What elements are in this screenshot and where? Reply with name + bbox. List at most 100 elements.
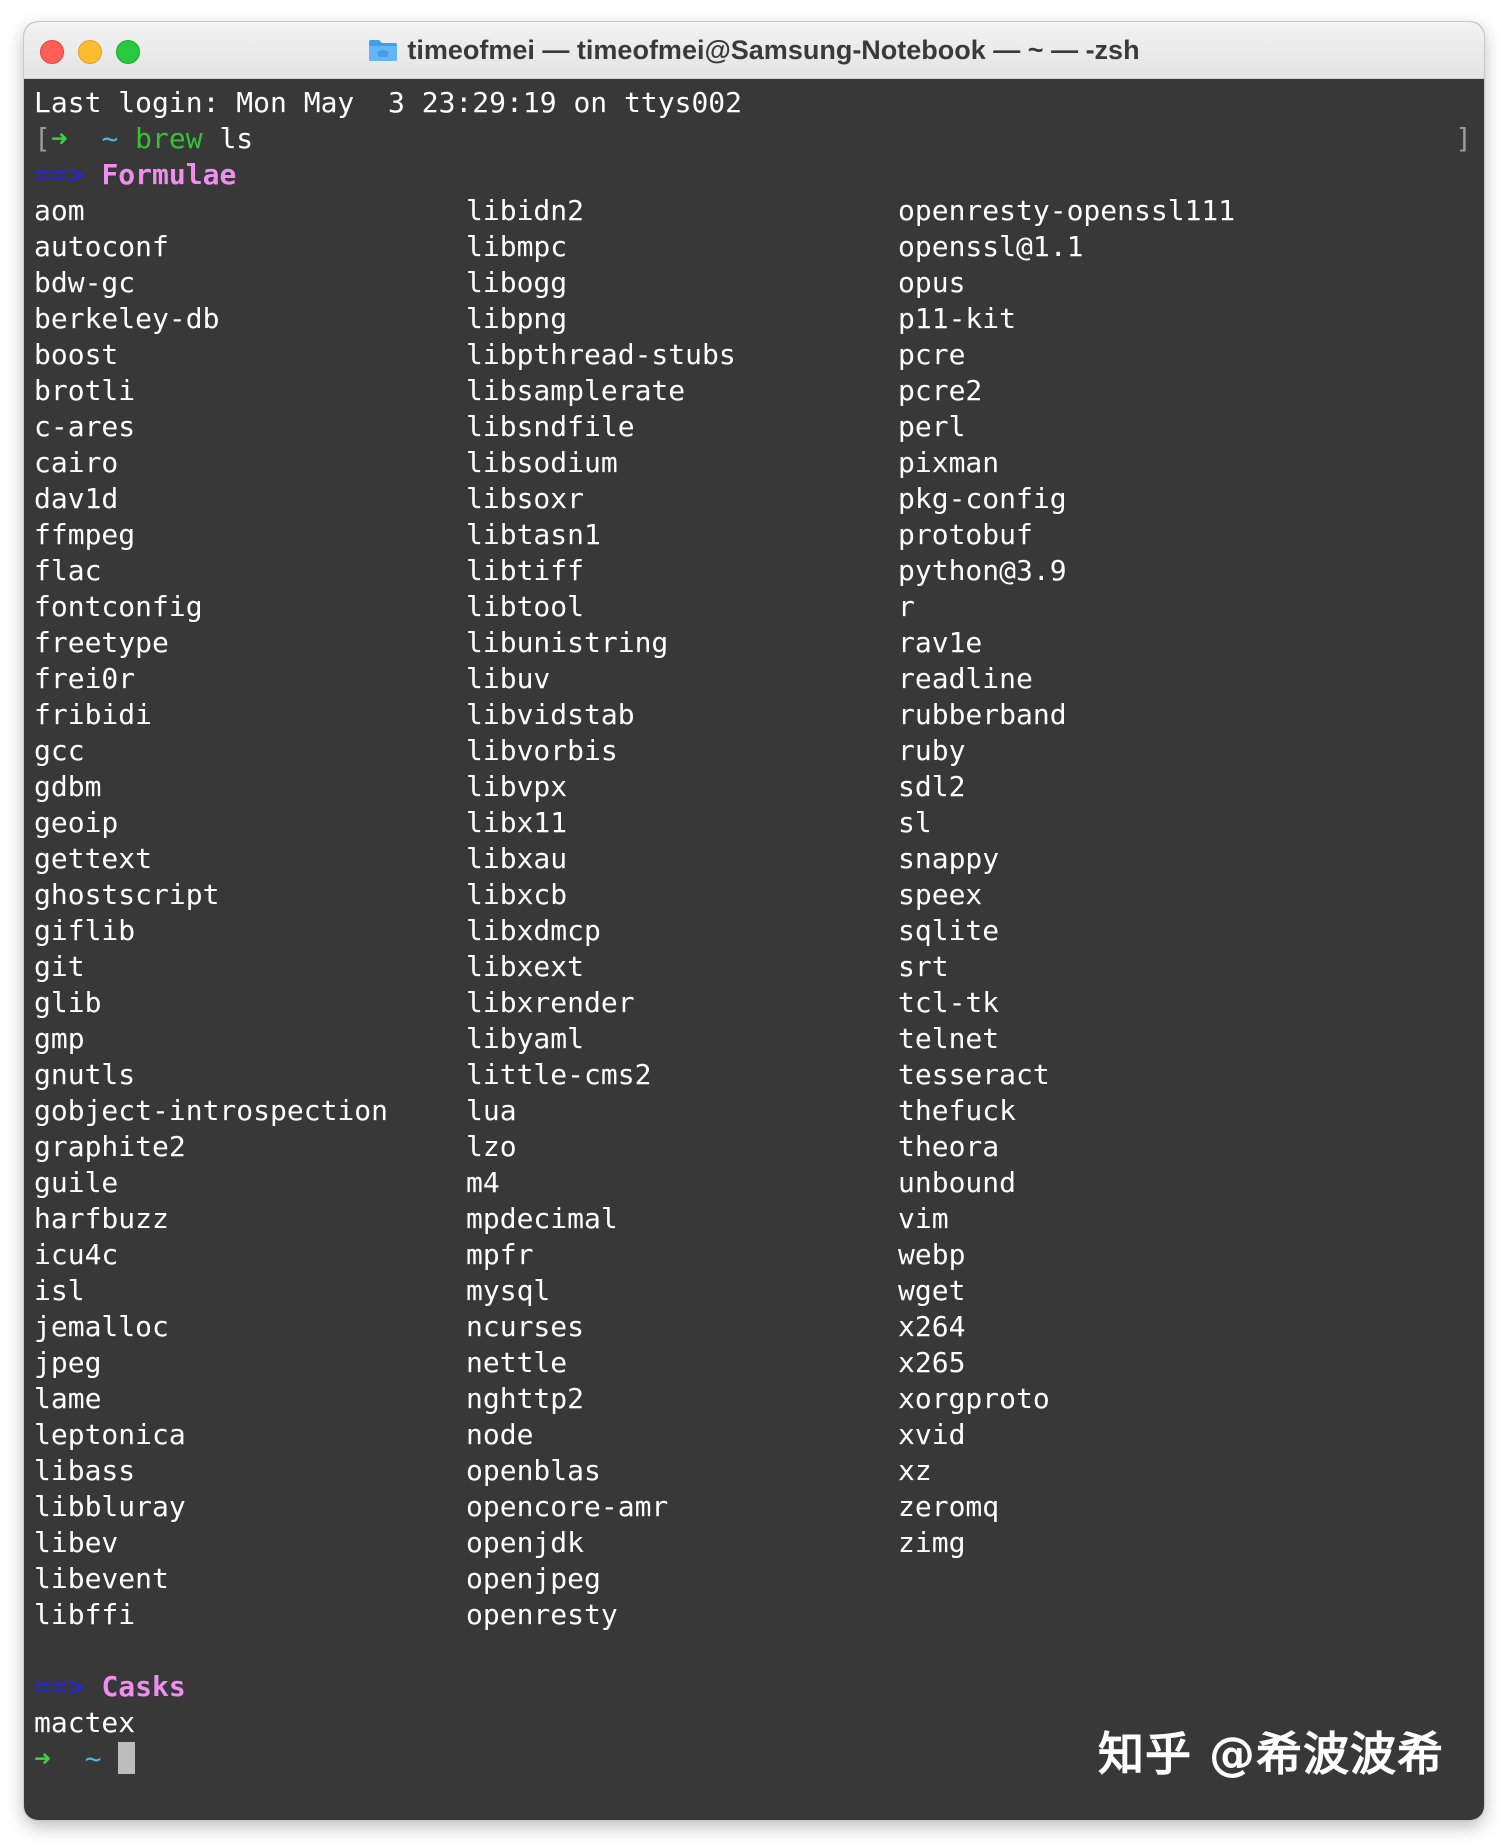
formula-item: aom: [34, 194, 85, 227]
formula-item: libvidstab: [466, 698, 635, 731]
formula-item: autoconf: [34, 230, 169, 263]
formula-item: openssl@1.1: [898, 230, 1084, 263]
formula-item: libogg: [466, 266, 568, 299]
formula-item: libsodium: [466, 446, 618, 479]
formula-item: libyaml: [466, 1022, 585, 1055]
formula-item: glib: [34, 986, 102, 1019]
casks-header: Casks: [101, 1670, 186, 1703]
formula-item: r: [898, 590, 915, 623]
formulae-header: Formulae: [101, 158, 237, 191]
formula-item: flac: [34, 554, 102, 587]
formula-item: zimg: [898, 1526, 966, 1559]
formula-item: x265: [898, 1346, 966, 1379]
formula-item: nettle: [466, 1346, 568, 1379]
formula-item: libevent: [34, 1562, 169, 1595]
formula-item: libev: [34, 1526, 119, 1559]
prompt-line-command: [➜ ~ brew ls]: [34, 121, 1474, 157]
formula-item: pcre: [898, 338, 966, 371]
formula-item: rubberband: [898, 698, 1067, 731]
formula-item: srt: [898, 950, 949, 983]
formula-item: lzo: [466, 1130, 517, 1163]
formula-item: rav1e: [898, 626, 983, 659]
formula-item: libuv: [466, 662, 551, 695]
formula-item: m4: [466, 1166, 500, 1199]
formula-item: gdbm: [34, 770, 102, 803]
formula-item: telnet: [898, 1022, 1000, 1055]
formula-item: openjdk: [466, 1526, 585, 1559]
formula-item: opus: [898, 266, 966, 299]
formula-item: readline: [898, 662, 1033, 695]
formulae-header-line: ==> Formulae: [34, 157, 1474, 193]
formula-item: tesseract: [898, 1058, 1050, 1091]
prompt-bracket-right: ]: [1455, 122, 1472, 155]
formula-item: libidn2: [466, 194, 585, 227]
formula-item: libxau: [466, 842, 568, 875]
formula-item: xvid: [898, 1418, 966, 1451]
formula-item: lame: [34, 1382, 102, 1415]
terminal-window: timeofmei — timeofmei@Samsung-Notebook —…: [24, 22, 1484, 1820]
formula-item: gmp: [34, 1022, 85, 1055]
folder-icon: [368, 38, 398, 62]
formula-item: perl: [898, 410, 966, 443]
formula-item: cairo: [34, 446, 119, 479]
formula-item: libx11: [466, 806, 568, 839]
last-login-line: Last login: Mon May 3 23:29:19 on ttys00…: [34, 86, 743, 119]
formula-item: lua: [466, 1094, 517, 1127]
casks-header-line: ==> Casks: [34, 1669, 1474, 1705]
formula-item: libpthread-stubs: [466, 338, 736, 371]
formulae-list: aom autoconf bdw-gc berkeley-db boost brotli c…: [34, 193, 1474, 1633]
formula-item: c-ares: [34, 410, 136, 443]
formula-item: libvorbis: [466, 734, 618, 767]
formula-item: giflib: [34, 914, 136, 947]
formula-item: ffmpeg: [34, 518, 136, 551]
formula-item: snappy: [898, 842, 1000, 875]
formula-item: libxdmcp: [466, 914, 601, 947]
formula-item: geoip: [34, 806, 119, 839]
formula-item: libtiff: [466, 554, 585, 587]
formula-item: mpdecimal: [466, 1202, 618, 1235]
formula-item: x264: [898, 1310, 966, 1343]
formula-item: sdl2: [898, 770, 966, 803]
formula-item: thefuck: [898, 1094, 1017, 1127]
formula-item: node: [466, 1418, 534, 1451]
formula-item: boost: [34, 338, 119, 371]
formulae-column-1: aom autoconf bdw-gc berkeley-db boost brotli c…: [34, 193, 466, 1633]
formula-item: isl: [34, 1274, 85, 1307]
formula-item: libtool: [466, 590, 585, 623]
formula-item: gettext: [34, 842, 153, 875]
formula-item: pkg-config: [898, 482, 1067, 515]
formula-item: ghostscript: [34, 878, 220, 911]
formula-item: opencore-amr: [466, 1490, 669, 1523]
formula-item: fribidi: [34, 698, 153, 731]
formula-item: sl: [898, 806, 932, 839]
formula-item: little-cms2: [466, 1058, 652, 1091]
text-cursor: [118, 1742, 136, 1774]
formula-item: bdw-gc: [34, 266, 136, 299]
formula-item: pixman: [898, 446, 1000, 479]
formula-item: openblas: [466, 1454, 601, 1487]
formula-item: python@3.9: [898, 554, 1067, 587]
formula-item: p11-kit: [898, 302, 1017, 335]
formula-item: jemalloc: [34, 1310, 169, 1343]
formula-item: webp: [898, 1238, 966, 1271]
formula-item: ncurses: [466, 1310, 585, 1343]
formula-item: theora: [898, 1130, 1000, 1163]
title-bar[interactable]: timeofmei — timeofmei@Samsung-Notebook —…: [24, 22, 1484, 79]
formula-item: protobuf: [898, 518, 1033, 551]
prompt-arrow-icon: ➜: [50, 122, 68, 155]
formula-item: pcre2: [898, 374, 983, 407]
prompt-directory: ~: [101, 122, 119, 155]
formula-item: speex: [898, 878, 983, 911]
formula-item: guile: [34, 1166, 119, 1199]
formula-item: libunistring: [466, 626, 669, 659]
formula-item: libvpx: [466, 770, 568, 803]
command-args: ls: [202, 122, 254, 155]
prompt-directory: ~: [84, 1742, 102, 1775]
formula-item: brotli: [34, 374, 136, 407]
formula-item: nghttp2: [466, 1382, 585, 1415]
formulae-column-2: libidn2 libmpc libogg libpng libpthread-stub…: [466, 193, 898, 1633]
terminal-content[interactable]: Last login: Mon May 3 23:29:19 on ttys00…: [34, 85, 1474, 1777]
formula-item: libsoxr: [466, 482, 585, 515]
formula-item: fontconfig: [34, 590, 203, 623]
formula-item: harfbuzz: [34, 1202, 169, 1235]
